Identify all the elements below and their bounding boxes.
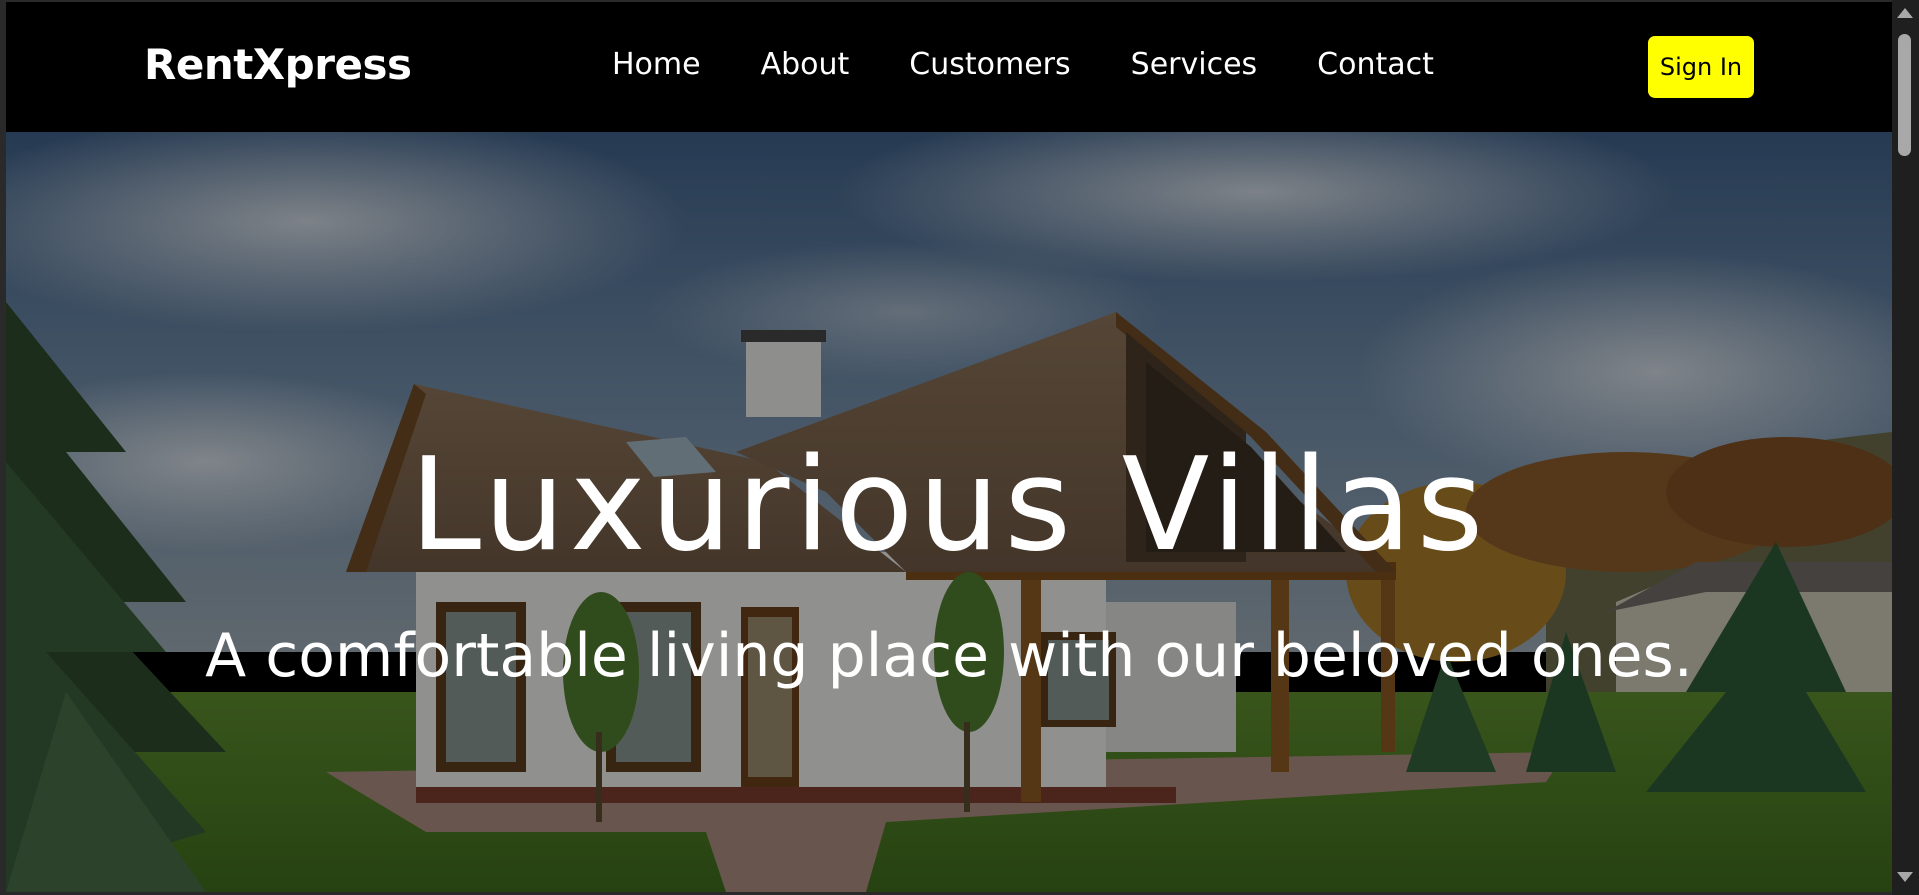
hero-section: Luxurious Villas A comfortable living pl… (6, 132, 1892, 892)
vertical-scrollbar[interactable] (1892, 0, 1919, 895)
nav-links: Home About Customers Services Contact (612, 50, 1494, 80)
hero-subtitle: A comfortable living place with our belo… (205, 621, 1693, 691)
browser-viewport: RentXpress Home About Customers Services… (6, 2, 1892, 892)
scroll-down-arrow-icon[interactable] (1897, 872, 1913, 882)
navbar: RentXpress Home About Customers Services… (6, 2, 1892, 132)
nav-link-services[interactable]: Services (1131, 50, 1258, 80)
nav-link-about[interactable]: About (761, 50, 850, 80)
hero-title: Luxurious Villas (409, 431, 1489, 580)
brand-logo[interactable]: RentXpress (144, 44, 412, 86)
nav-link-contact[interactable]: Contact (1317, 50, 1434, 80)
nav-link-customers[interactable]: Customers (909, 50, 1070, 80)
scroll-thumb[interactable] (1898, 34, 1911, 156)
nav-link-home[interactable]: Home (612, 50, 701, 80)
scroll-up-arrow-icon[interactable] (1897, 8, 1913, 18)
sign-in-button[interactable]: Sign In (1648, 36, 1754, 98)
